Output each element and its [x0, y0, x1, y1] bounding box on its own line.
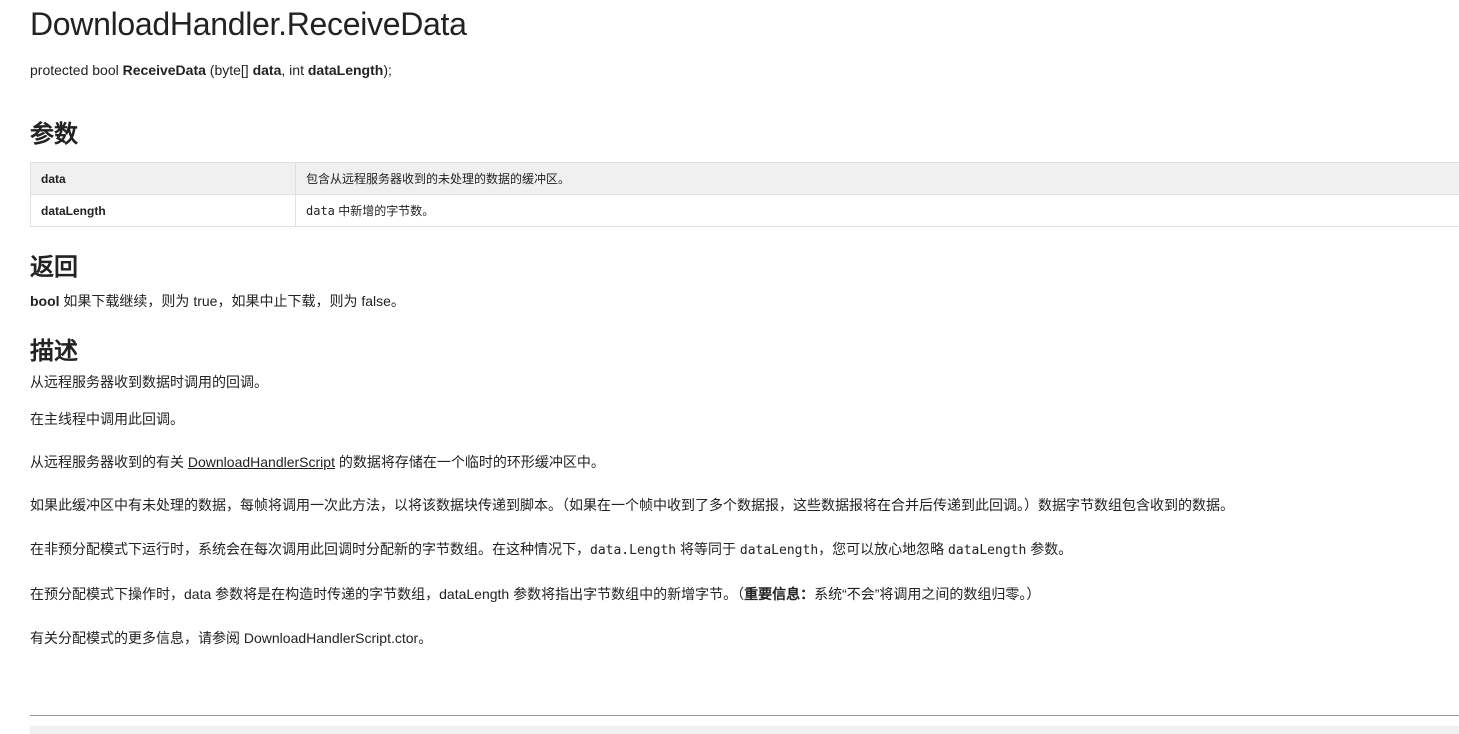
param-desc: data 中新增的字节数。 — [295, 194, 1459, 227]
page-title: DownloadHandler.ReceiveData — [30, 6, 467, 42]
param-name: dataLength — [30, 194, 296, 227]
inline-code: dataLength — [948, 543, 1027, 558]
section-divider — [30, 715, 1459, 716]
param-desc-text: 中新增的字节数。 — [334, 204, 435, 218]
signature-open: (byte[] — [205, 62, 253, 78]
doc-page: DownloadHandler.ReceiveData protected bo… — [0, 0, 1459, 734]
returns-text: bool 如果下载继续，则为 true，如果中止下载，则为 false。 — [30, 291, 1459, 311]
param-desc: 包含从远程服务器收到的未处理的数据的缓冲区。 — [295, 162, 1459, 195]
method-signature: protected bool ReceiveData (byte[] data,… — [30, 60, 1459, 80]
description-heading: 描述 — [30, 338, 78, 365]
returns-heading: 返回 — [30, 254, 78, 281]
description-paragraph: 有关分配模式的更多信息，请参阅 DownloadHandlerScript.ct… — [30, 630, 433, 646]
description-paragraph: 如果此缓冲区中有未处理的数据，每帧将调用一次此方法，以将该数据块传递到脚本。（如… — [30, 497, 1234, 513]
footer-strip — [30, 726, 1459, 734]
signature-mid: , int — [281, 62, 308, 78]
downloadhandlerscript-link[interactable]: DownloadHandlerScript — [188, 454, 335, 470]
table-row: dataLength data 中新增的字节数。 — [30, 194, 1459, 227]
signature-param-data: data — [252, 62, 282, 78]
description-paragraph: 从远程服务器收到数据时调用的回调。 — [30, 374, 268, 390]
description-body: 从远程服务器收到数据时调用的回调。 在主线程中调用此回调。 从远程服务器收到的有… — [30, 372, 1459, 648]
description-paragraph: 在非预分配模式下运行时，系统会在每次调用此回调时分配新的字节数组。在这种情况下，… — [30, 541, 1073, 558]
signature-prefix: protected bool — [30, 62, 123, 78]
returns-desc: 如果下载继续，则为 true，如果中止下载，则为 false。 — [59, 293, 405, 309]
important-label: 重要信息： — [744, 586, 815, 602]
signature-close: ); — [383, 62, 392, 78]
inline-code: dataLength — [739, 543, 819, 558]
parameters-heading: 参数 — [30, 121, 78, 148]
parameters-table: data 包含从远程服务器收到的未处理的数据的缓冲区。 dataLength d… — [30, 162, 1459, 227]
returns-type: bool — [30, 293, 60, 309]
signature-param-datalength: dataLength — [307, 62, 384, 78]
description-paragraph: 在预分配模式下操作时，data 参数将是在构造时传递的字节数组，dataLeng… — [30, 586, 1041, 602]
doc-content: DownloadHandler.ReceiveData protected bo… — [30, 0, 1459, 648]
description-paragraph: 在主线程中调用此回调。 — [30, 411, 184, 427]
param-name: data — [30, 162, 296, 195]
inline-code: data.Length — [590, 543, 677, 558]
param-desc-code: data — [306, 204, 335, 218]
table-row: data 包含从远程服务器收到的未处理的数据的缓冲区。 — [30, 162, 1459, 195]
description-paragraph: 从远程服务器收到的有关 DownloadHandlerScript 的数据将存储… — [30, 454, 605, 470]
signature-method: ReceiveData — [122, 62, 206, 78]
